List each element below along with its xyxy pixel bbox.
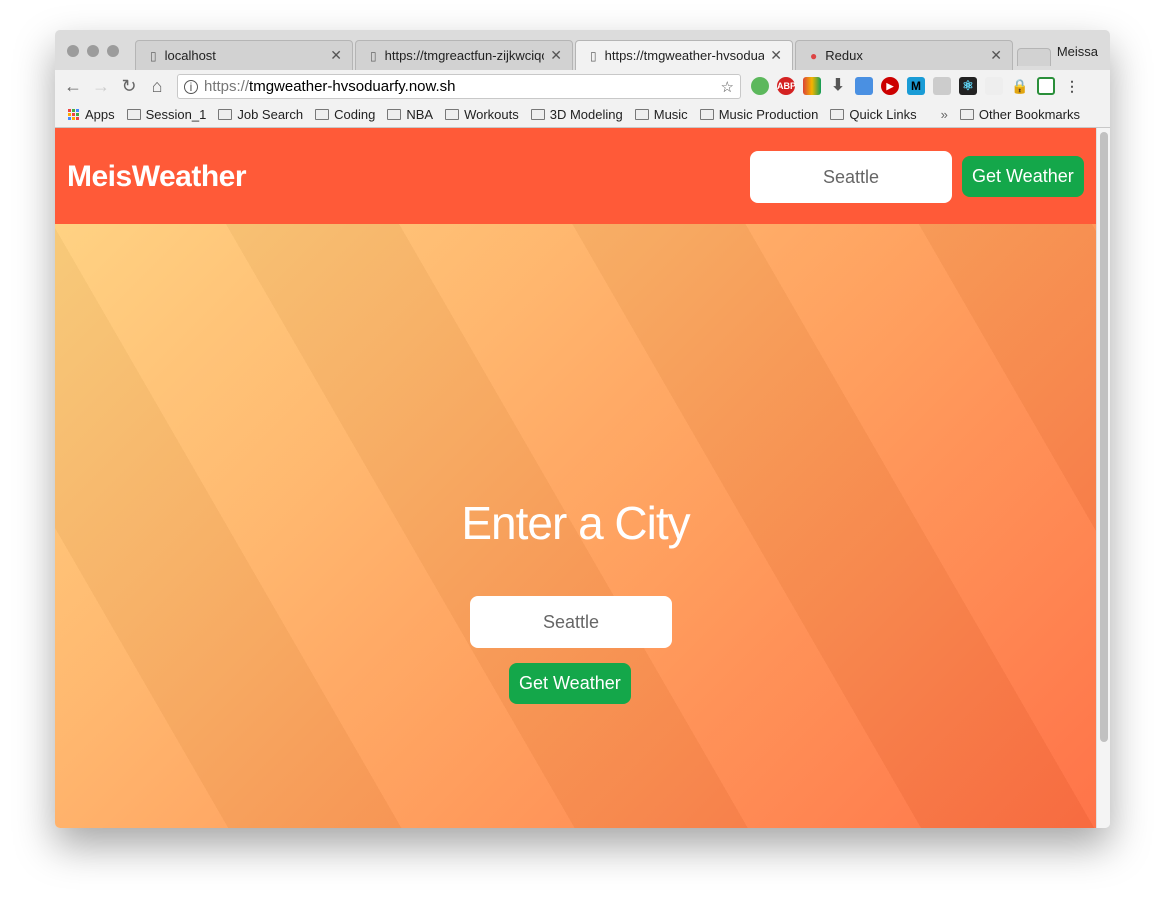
tab-tmgreactfun[interactable]: ▯ https://tmgreactfun-zijkwciqc ✕ [355,40,573,70]
address-bar[interactable]: i https://tmgweather-hvsoduarfy.now.sh ☆ [177,74,741,99]
city-input[interactable] [470,596,672,648]
tab-tmgweather[interactable]: ▯ https://tmgweather-hvsoduar ✕ [575,40,793,70]
get-weather-button[interactable]: Get Weather [509,663,631,704]
bookmark-folder[interactable]: Music [634,107,688,122]
bookmark-folder[interactable]: Music Production [699,107,818,122]
folder-icon [126,109,141,120]
folder-icon [530,109,545,120]
download-icon[interactable]: ⬇ [829,77,847,95]
page-icon: ▯ [150,48,157,63]
zoom-button[interactable] [107,45,119,57]
forward-icon[interactable]: → [87,76,115,97]
tab-bar: ▯ localhost ✕ ▯ https://tmgreactfun-zijkwci… [55,30,1110,70]
window-controls[interactable] [67,45,119,57]
page-icon: ▯ [590,48,597,63]
screenshot-icon[interactable] [1037,77,1055,95]
back-icon[interactable]: ← [59,76,87,97]
folder-icon [387,109,402,120]
page-icon: ▯ [370,48,377,63]
profile-name[interactable]: Meissa [1057,44,1098,59]
hero-title: Enter a City [461,497,690,549]
eyedropper-icon[interactable] [855,77,873,95]
folder-icon [830,109,845,120]
m-extension-icon[interactable]: M [907,77,925,95]
adguard-icon[interactable] [751,77,769,95]
info-icon[interactable]: i [184,79,198,94]
home-icon[interactable]: ⌂ [143,76,171,97]
folder-icon [959,109,974,120]
bookmark-folder[interactable]: Coding [315,107,375,122]
tab-localhost[interactable]: ▯ localhost ✕ [135,40,353,70]
bookmark-star-icon[interactable]: ☆ [721,78,734,96]
react-icon[interactable]: ⚛ [959,77,977,95]
hero-section: Enter a City Get Weather [55,224,1096,828]
youtube-icon[interactable]: ▶ [881,77,899,95]
web-page: MeisWeather Get Weather Enter a City Get… [55,128,1096,828]
redux-favicon: ● [810,48,818,63]
bookmark-folder[interactable]: NBA [387,107,433,122]
app-logo[interactable]: MeisWeather [67,160,247,194]
header-city-input[interactable] [750,151,952,203]
new-tab-button[interactable] [1017,48,1051,66]
extensions: ABP ⬇ ▶ M ⚛ 🔒 ⋮ [751,77,1081,95]
folder-icon [699,109,714,120]
app-header: MeisWeather Get Weather [55,128,1096,224]
scrollbar-thumb[interactable] [1100,132,1108,742]
bookmark-folder[interactable]: Workouts [445,107,519,122]
folder-icon [445,109,460,120]
header-get-weather-button[interactable]: Get Weather [962,156,1084,197]
bookmark-apps[interactable]: Apps [68,107,115,122]
browser-window: ▯ localhost ✕ ▯ https://tmgreactfun-zijkwci… [55,30,1110,828]
reload-icon[interactable]: ↻ [115,76,143,97]
close-tab-icon[interactable]: ✕ [330,47,342,64]
menu-icon[interactable]: ⋮ [1063,77,1081,95]
minimize-button[interactable] [87,45,99,57]
bookmark-folder[interactable]: Session_1 [126,107,206,122]
folder-icon [218,109,233,120]
lock-icon[interactable]: 🔒 [1011,77,1029,95]
bookmark-other[interactable]: Other Bookmarks [959,107,1080,122]
tab-redux[interactable]: ● Redux ✕ [795,40,1013,70]
abp-icon[interactable]: ABP [777,77,796,95]
chrome-download-icon[interactable] [803,77,821,95]
close-tab-icon[interactable]: ✕ [550,47,562,64]
close-tab-icon[interactable]: ✕ [770,47,782,64]
apps-grid-icon [68,109,79,120]
bookmark-folder[interactable]: Job Search [218,107,303,122]
folder-icon [634,109,649,120]
blank-extension-icon[interactable] [985,77,1003,95]
bookmark-folder[interactable]: 3D Modeling [530,107,623,122]
close-tab-icon[interactable]: ✕ [990,47,1002,64]
wrench-icon[interactable] [933,77,951,95]
scrollbar[interactable] [1096,128,1110,828]
bookmarks-bar: Apps Session_1 Job Search Coding NBA Wor… [55,102,1110,128]
folder-icon [315,109,330,120]
bookmark-folder[interactable]: Quick Links [830,107,917,122]
toolbar: ← → ↻ ⌂ i https://tmgweather-hvsoduarfy.… [55,70,1110,102]
more-bookmarks-chevron-icon[interactable]: » [941,107,948,122]
close-window-button[interactable] [67,45,79,57]
